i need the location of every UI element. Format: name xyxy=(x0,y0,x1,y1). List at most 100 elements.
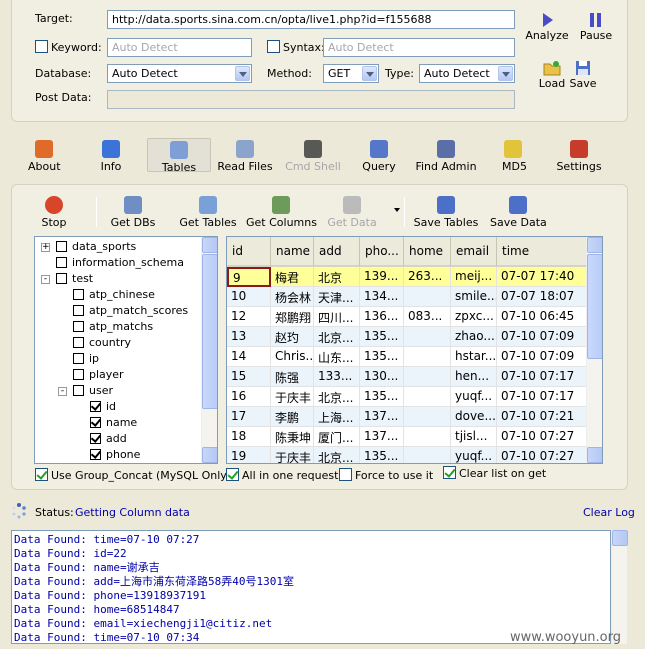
table-cell[interactable]: 郑鹏翔 xyxy=(271,307,314,327)
syntax-checkbox[interactable] xyxy=(267,40,280,53)
read-files-tab-button[interactable]: Read Files xyxy=(212,140,278,173)
scroll-down-icon[interactable] xyxy=(587,447,602,463)
table-row[interactable]: 17 李鹏 上海... 137... dove... 07-10 07:21 xyxy=(227,407,587,427)
table-cell[interactable]: 18 xyxy=(227,427,271,447)
table-cell[interactable]: dove... xyxy=(451,407,497,427)
table-cell[interactable]: 9 xyxy=(227,267,271,287)
group-concat-checkbox[interactable] xyxy=(35,468,48,481)
tree-node-checkbox[interactable] xyxy=(56,241,67,252)
tree-node-checkbox[interactable] xyxy=(73,369,84,380)
pause-button[interactable]: Pause xyxy=(576,12,616,42)
scroll-down-icon[interactable] xyxy=(202,447,217,463)
force-checkbox[interactable] xyxy=(339,468,352,481)
tree-node-checkbox[interactable] xyxy=(73,321,84,332)
tree-node-checkbox[interactable] xyxy=(90,417,101,428)
all-in-one-checkbox[interactable] xyxy=(226,468,239,481)
tree-node[interactable]: user xyxy=(73,383,113,399)
tree-scrollbar[interactable] xyxy=(201,237,217,463)
table-cell[interactable] xyxy=(404,347,451,367)
grid-column-header[interactable]: email xyxy=(451,237,497,267)
grid-column-header[interactable]: name xyxy=(271,237,314,267)
tree-node[interactable]: atp_match_scores xyxy=(73,303,188,319)
table-cell[interactable]: 厦门... xyxy=(314,427,360,447)
tree-node-checkbox[interactable] xyxy=(73,337,84,348)
tree-node[interactable]: add xyxy=(90,431,127,447)
tree-node[interactable]: player xyxy=(73,367,124,383)
tree-node-checkbox[interactable] xyxy=(73,305,84,316)
table-cell[interactable]: 083... xyxy=(404,307,451,327)
table-cell[interactable]: 李鹏 xyxy=(271,407,314,427)
get-columns-button[interactable]: Get Columns xyxy=(246,196,317,229)
table-row[interactable]: 12 郑鹏翔 四川... 136... 083... zpxc... 07-10 06:45 xyxy=(227,307,587,327)
table-cell[interactable]: 134... xyxy=(360,287,404,307)
about-tab-button[interactable]: About xyxy=(28,140,61,173)
table-cell[interactable]: 17 xyxy=(227,407,271,427)
chevron-down-icon[interactable] xyxy=(498,66,513,81)
table-cell[interactable]: tjisl... xyxy=(451,427,497,447)
table-row[interactable]: 10 杨会林 天津... 134... smile... 07-07 18:07 xyxy=(227,287,587,307)
table-cell[interactable]: 山东... xyxy=(314,347,360,367)
table-row[interactable]: 15 陈强 133... 130... hen... 07-10 07:17 xyxy=(227,367,587,387)
clear-log-link[interactable]: Clear Log xyxy=(583,506,635,519)
table-cell[interactable]: hstar... xyxy=(451,347,497,367)
table-cell[interactable]: 12 xyxy=(227,307,271,327)
keyword-input[interactable]: Auto Detect xyxy=(107,38,252,57)
type-select[interactable]: Auto Detect xyxy=(419,64,515,83)
table-cell[interactable] xyxy=(404,387,451,407)
table-row[interactable]: 14 Chris... 山东... 135... hstar... 07-10 07:09 xyxy=(227,347,587,367)
table-cell[interactable]: 07-10 07:09 xyxy=(497,347,587,367)
table-cell[interactable]: 梅君 xyxy=(271,267,314,287)
md5-tab-button[interactable]: MD5 xyxy=(502,140,527,173)
data-grid[interactable]: id name add pho... home email time 9 梅君 北京 139...… xyxy=(226,236,603,464)
postdata-input[interactable] xyxy=(107,90,515,109)
table-cell[interactable]: 北京 xyxy=(314,267,360,287)
table-cell[interactable]: 135... xyxy=(360,387,404,407)
scroll-up-icon[interactable] xyxy=(612,530,628,546)
tree-node[interactable]: phone xyxy=(90,447,140,463)
table-cell[interactable]: 于庆丰 xyxy=(271,387,314,407)
database-tree[interactable]: + data_sports information_schema - test atp_c… xyxy=(34,236,218,464)
table-cell[interactable]: 07-07 18:07 xyxy=(497,287,587,307)
table-cell[interactable] xyxy=(404,447,451,463)
table-cell[interactable]: meij... xyxy=(451,267,497,287)
keyword-checkbox[interactable] xyxy=(35,40,48,53)
table-cell[interactable]: 赵玓 xyxy=(271,327,314,347)
tree-node-checkbox[interactable] xyxy=(73,289,84,300)
table-cell[interactable]: 16 xyxy=(227,387,271,407)
table-cell[interactable]: 07-10 07:27 xyxy=(497,447,587,463)
table-cell[interactable]: 133... xyxy=(314,367,360,387)
table-cell[interactable] xyxy=(404,407,451,427)
table-cell[interactable]: 北京... xyxy=(314,327,360,347)
tables-tab-button[interactable]: Tables xyxy=(147,138,211,174)
chevron-down-icon[interactable] xyxy=(235,66,250,81)
get-tables-button[interactable]: Get Tables xyxy=(176,196,240,229)
tree-node[interactable]: data_sports xyxy=(56,239,136,255)
table-cell[interactable]: 137... xyxy=(360,427,404,447)
get-data-button[interactable]: Get Data xyxy=(326,196,378,229)
table-cell[interactable]: 07-10 07:27 xyxy=(497,427,587,447)
table-cell[interactable]: 135... xyxy=(360,327,404,347)
query-tab-button[interactable]: Query xyxy=(362,140,396,173)
table-cell[interactable]: zhao... xyxy=(451,327,497,347)
grid-column-header[interactable]: id xyxy=(227,237,271,267)
tree-node[interactable]: ip xyxy=(73,351,99,367)
save-data-button[interactable]: Save Data xyxy=(490,196,547,229)
table-cell[interactable]: 14 xyxy=(227,347,271,367)
tree-node[interactable]: information_schema xyxy=(56,255,184,271)
table-cell[interactable]: 130... xyxy=(360,367,404,387)
tree-node-checkbox[interactable] xyxy=(73,353,84,364)
info-tab-button[interactable]: Info xyxy=(96,140,126,173)
table-cell[interactable]: 07-10 07:09 xyxy=(497,327,587,347)
settings-tab-button[interactable]: Settings xyxy=(553,140,605,173)
tree-node-checkbox[interactable] xyxy=(73,385,84,396)
tree-node-checkbox[interactable] xyxy=(90,433,101,444)
table-cell[interactable]: 四川... xyxy=(314,307,360,327)
table-cell[interactable]: 上海... xyxy=(314,407,360,427)
table-cell[interactable] xyxy=(404,427,451,447)
grid-column-header[interactable]: add xyxy=(314,237,360,267)
table-cell[interactable]: hen... xyxy=(451,367,497,387)
table-cell[interactable]: 杨会林 xyxy=(271,287,314,307)
table-cell[interactable]: 陈强 xyxy=(271,367,314,387)
table-cell[interactable]: 263... xyxy=(404,267,451,287)
method-select[interactable]: GET xyxy=(323,64,379,83)
